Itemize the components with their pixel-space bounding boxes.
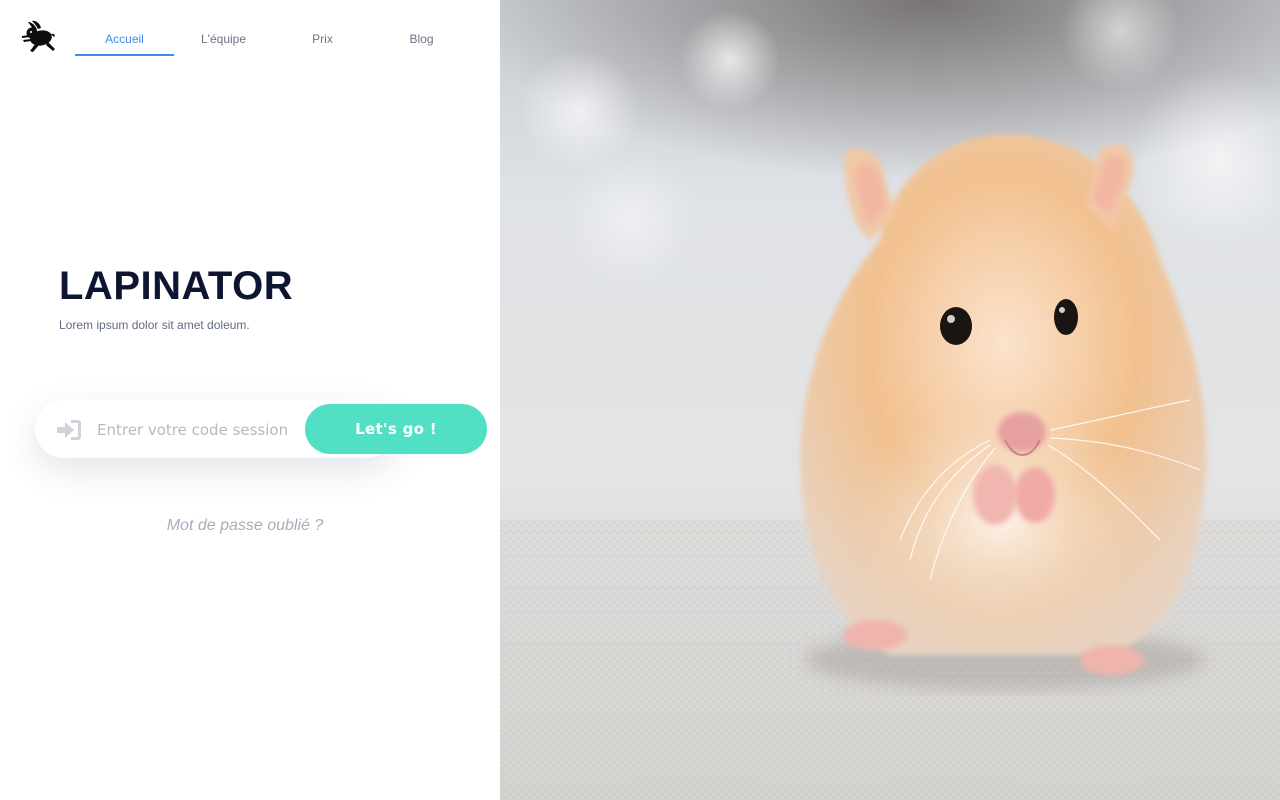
running-rabbit-icon[interactable] bbox=[20, 18, 58, 56]
tab-blog[interactable]: Blog bbox=[372, 22, 471, 56]
tab-accueil[interactable]: Accueil bbox=[75, 22, 174, 56]
page-subtitle: Lorem ipsum dolor sit amet doleum. bbox=[59, 318, 250, 332]
session-code-input[interactable] bbox=[97, 415, 297, 445]
hamster-photo bbox=[500, 0, 1280, 800]
tab-equipe[interactable]: L'équipe bbox=[174, 22, 273, 56]
sign-in-icon bbox=[56, 419, 82, 441]
main-nav: Accueil L'équipe Prix Blog bbox=[75, 22, 471, 56]
left-panel: Accueil L'équipe Prix Blog LAPINATOR Lor… bbox=[0, 0, 500, 800]
lets-go-button[interactable]: Let's go ! bbox=[305, 404, 487, 454]
login-page: Accueil L'équipe Prix Blog LAPINATOR Lor… bbox=[0, 0, 1280, 800]
page-title: LAPINATOR bbox=[59, 264, 294, 308]
tab-prix[interactable]: Prix bbox=[273, 22, 372, 56]
forgot-password-link[interactable]: Mot de passe oublié ? bbox=[0, 517, 490, 535]
